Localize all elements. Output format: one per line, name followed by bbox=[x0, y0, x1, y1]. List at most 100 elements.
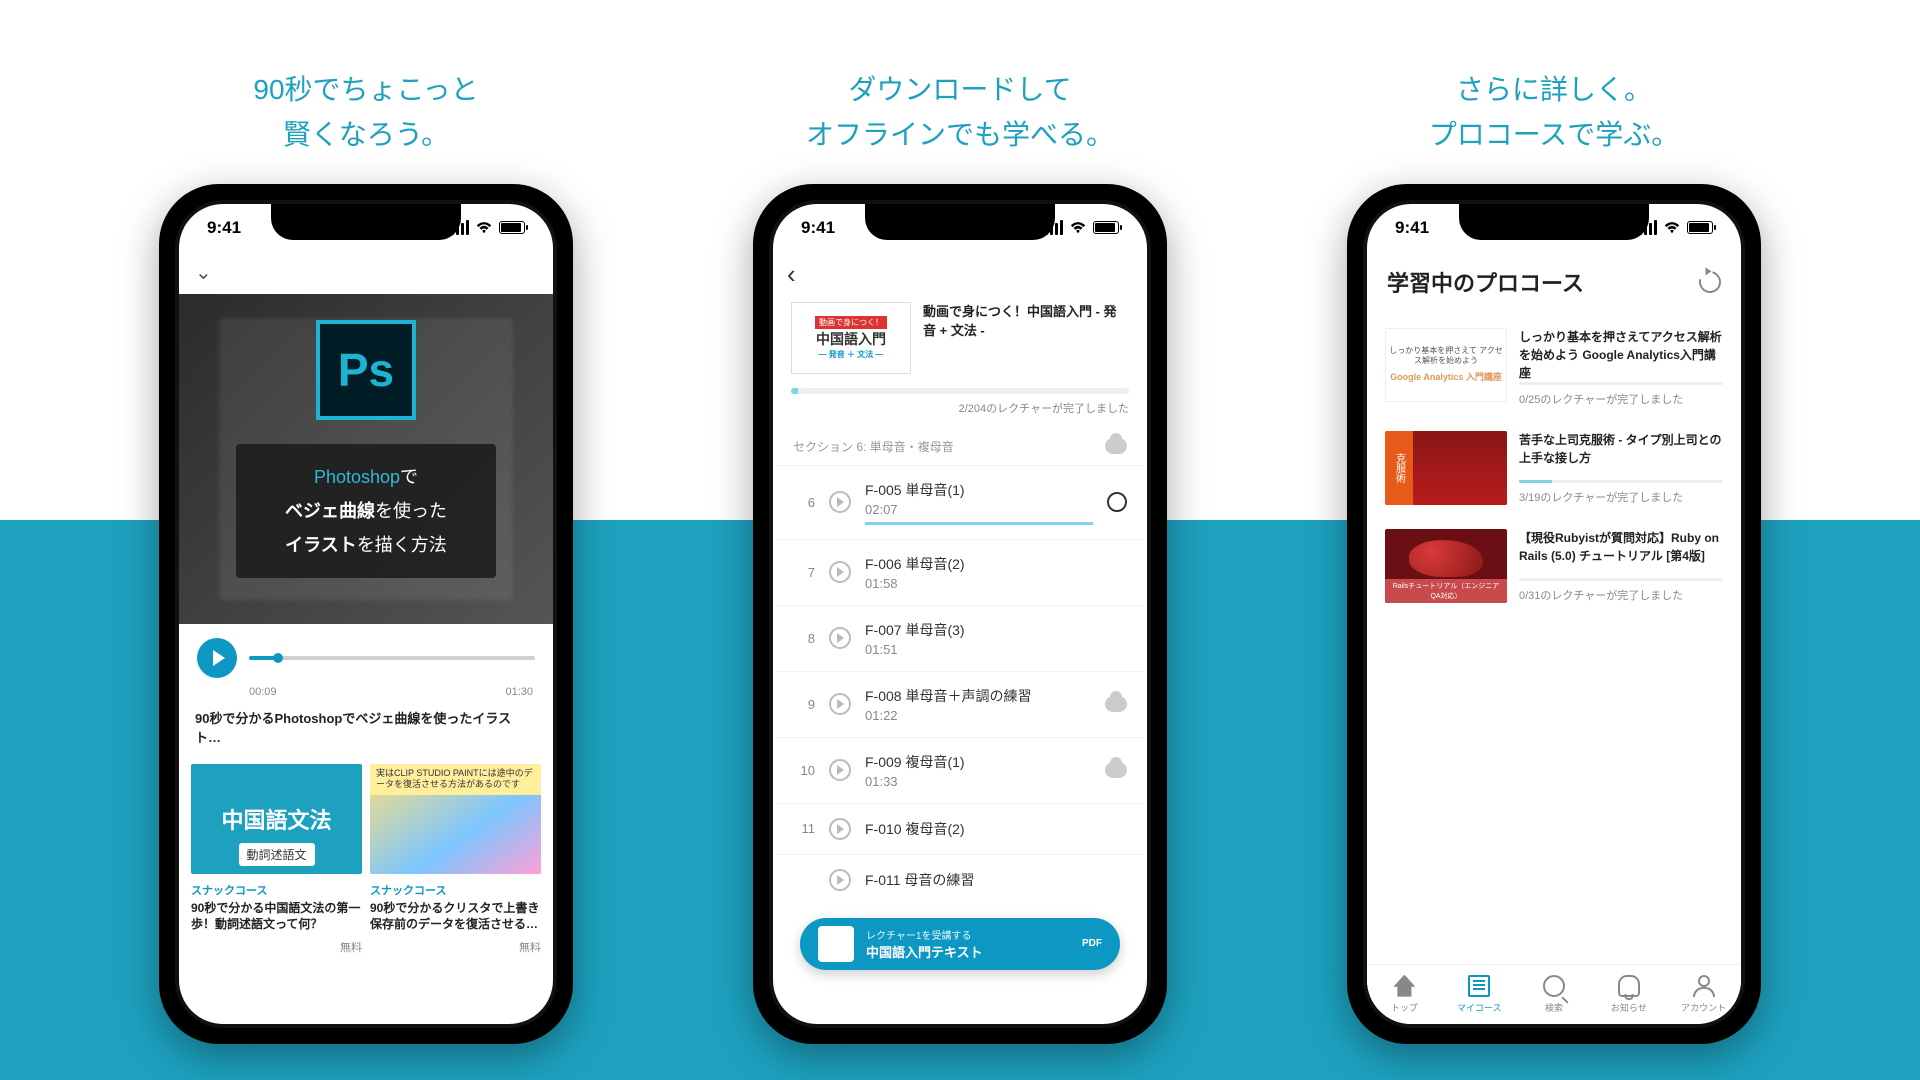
lecture-row[interactable]: 6 F-005 単母音(1) 02:07 bbox=[773, 465, 1147, 539]
notch bbox=[1459, 204, 1649, 240]
pro-course-item[interactable]: Railsチュートリアル（エンジニアQA対応） 【現役Rubyistが質問対応】R… bbox=[1367, 517, 1741, 615]
lecture-row[interactable]: 8 F-007 単母音(3) 01:51 bbox=[773, 605, 1147, 671]
status-time: 9:41 bbox=[207, 218, 241, 238]
lecture-row[interactable]: 10 F-009 複母音(1)01:33 bbox=[773, 737, 1147, 803]
tab-mycourse[interactable]: マイコース bbox=[1442, 965, 1517, 1024]
video-caption: 90秒で分かるPhotoshopでベジェ曲線を使ったイラスト… bbox=[179, 698, 553, 756]
lecture-number: 8 bbox=[793, 631, 815, 646]
play-icon bbox=[829, 627, 851, 649]
course-title: しっかり基本を押さえてアクセス解析を始めよう Google Analytics入… bbox=[1519, 328, 1723, 382]
seek-track[interactable] bbox=[249, 656, 535, 660]
section-header: セクション 6: 単母音・複母音 bbox=[773, 416, 1147, 465]
book-icon bbox=[1468, 975, 1490, 997]
resume-title: 中国語入門テキスト bbox=[866, 942, 1070, 961]
lecture-number: 6 bbox=[793, 495, 815, 510]
course-progress bbox=[1519, 578, 1723, 581]
course-progress-label: 3/19のレクチャーが完了しました bbox=[1519, 489, 1723, 505]
phone-frame-1: 9:41 ⌄ Ps Photoshopで ベジェ曲線を使った イラストを描く方法 bbox=[159, 184, 573, 1044]
lecture-number: 7 bbox=[793, 565, 815, 580]
lecture-title: F-007 単母音(3) bbox=[865, 620, 1091, 640]
tagline-line: 90秒でちょこっと bbox=[253, 74, 478, 105]
home-icon bbox=[1393, 975, 1415, 997]
notch bbox=[865, 204, 1055, 240]
lecture-row[interactable]: 9 F-008 単母音＋声調の練習01:22 bbox=[773, 671, 1147, 737]
lecture-row[interactable]: 7 F-006 単母音(2)01:58 bbox=[773, 539, 1147, 605]
page-title: 学習中のプロコース bbox=[1387, 266, 1584, 298]
tab-notifications[interactable]: お知らせ bbox=[1591, 965, 1666, 1024]
download-section-icon[interactable] bbox=[1105, 438, 1127, 454]
play-icon bbox=[829, 869, 851, 891]
course-card[interactable]: 実はCLIP STUDIO PAINTには途中のデータを復活させる方法があるので… bbox=[370, 764, 541, 956]
battery-icon bbox=[499, 221, 525, 234]
course-thumbnail: Railsチュートリアル（エンジニアQA対応） bbox=[1385, 529, 1507, 603]
course-price: 無料 bbox=[191, 933, 362, 955]
search-icon bbox=[1543, 975, 1565, 997]
lecture-duration: 01:33 bbox=[865, 774, 1091, 789]
play-button[interactable] bbox=[197, 638, 237, 678]
download-ring-icon[interactable] bbox=[1107, 492, 1127, 512]
wifi-icon bbox=[475, 221, 493, 235]
tab-account[interactable]: アカウント bbox=[1666, 965, 1741, 1024]
pro-course-item[interactable]: 克服術苦手な上司克服術 - タイプ別上司との上手な接し方3/19のレクチャーが完… bbox=[1367, 419, 1741, 517]
resume-lecture-pill[interactable]: レクチャー1を受講する 中国語入門テキスト PDF bbox=[800, 918, 1120, 970]
course-card[interactable]: 中国語文法 動詞述語文 スナックコース 90秒で分かる中国語文法の第一歩！動詞述… bbox=[191, 764, 362, 956]
section-label: セクション 6: 単母音・複母音 bbox=[793, 438, 954, 455]
user-icon bbox=[1693, 975, 1715, 997]
play-icon bbox=[829, 561, 851, 583]
stage: 90秒でちょこっと 賢くなろう。 9:41 ⌄ Ps Ph bbox=[0, 0, 1920, 1080]
course-category: スナックコース bbox=[370, 882, 541, 898]
lecture-duration: 01:22 bbox=[865, 708, 1091, 723]
resume-subtitle: レクチャー1を受講する bbox=[866, 927, 1070, 942]
wifi-icon bbox=[1069, 221, 1087, 235]
audio-player bbox=[179, 624, 553, 686]
course-price: 無料 bbox=[370, 933, 541, 955]
lecture-row[interactable]: F-011 母音の練習 bbox=[773, 854, 1147, 905]
lecture-title: F-005 単母音(1) bbox=[865, 480, 1093, 500]
tab-bar: トップ マイコース 検索 お知らせ アカウント bbox=[1367, 964, 1741, 1024]
course-title: 【現役Rubyistが質問対応】Ruby on Rails (5.0) チュート… bbox=[1519, 529, 1723, 565]
battery-icon bbox=[1093, 221, 1119, 234]
pro-course-item[interactable]: しっかり基本を押さえて アクセス解析を始めようGoogle Analytics … bbox=[1367, 316, 1741, 419]
course-progress-label: 0/25のレクチャーが完了しました bbox=[1519, 391, 1723, 407]
related-courses: 中国語文法 動詞述語文 スナックコース 90秒で分かる中国語文法の第一歩！動詞述… bbox=[179, 756, 553, 964]
time-total: 01:30 bbox=[505, 686, 533, 698]
pdf-badge: PDF bbox=[1082, 938, 1102, 949]
tagline-line: オフラインでも学べる。 bbox=[806, 119, 1114, 150]
tagline-line: さらに詳しく。 bbox=[1456, 74, 1652, 105]
lecture-duration: 01:51 bbox=[865, 642, 1091, 657]
battery-icon bbox=[1687, 221, 1713, 234]
play-icon bbox=[829, 491, 851, 513]
course-thumbnail: 中国語文法 動詞述語文 bbox=[191, 764, 362, 874]
time-current: 00:09 bbox=[249, 686, 277, 698]
tagline-line: 賢くなろう。 bbox=[283, 119, 449, 150]
download-cloud-icon[interactable] bbox=[1105, 696, 1127, 712]
tab-search[interactable]: 検索 bbox=[1517, 965, 1592, 1024]
lecture-number: 10 bbox=[793, 763, 815, 778]
promo-tagline-1: 90秒でちょこっと 賢くなろう。 bbox=[253, 68, 478, 158]
lecture-progress bbox=[865, 522, 1093, 525]
play-icon bbox=[829, 818, 851, 840]
course-header-thumbnail: 動画で身につく！ 中国語入門 ― 発音 ＋ 文法 ― bbox=[791, 302, 911, 374]
course-thumbnail: 克服術 bbox=[1385, 431, 1507, 505]
course-progress-label: 0/31のレクチャーが完了しました bbox=[1519, 587, 1723, 603]
lecture-title: F-008 単母音＋声調の練習 bbox=[865, 686, 1091, 706]
video-hero[interactable]: Ps Photoshopで ベジェ曲線を使った イラストを描く方法 bbox=[179, 294, 553, 624]
chevron-down-icon: ⌄ bbox=[195, 260, 212, 285]
notch bbox=[271, 204, 461, 240]
bell-icon bbox=[1618, 975, 1640, 997]
lecture-title: F-006 単母音(2) bbox=[865, 554, 1091, 574]
video-title-overlay: Photoshopで ベジェ曲線を使った イラストを描く方法 bbox=[236, 444, 496, 579]
back-icon[interactable]: ‹ bbox=[787, 259, 796, 290]
status-time: 9:41 bbox=[801, 218, 835, 238]
nav-back-row: ‹ bbox=[773, 252, 1147, 298]
lecture-list: 6 F-005 単母音(1)02:07 7 F-006 単母音(2)01:58 … bbox=[773, 465, 1147, 905]
download-cloud-icon[interactable] bbox=[1105, 762, 1127, 778]
course-category: スナックコース bbox=[191, 882, 362, 898]
tagline-line: ダウンロードして bbox=[848, 74, 1071, 105]
lecture-duration: 02:07 bbox=[865, 502, 1093, 517]
refresh-icon[interactable] bbox=[1695, 267, 1725, 297]
course-progress-label: 2/204のレクチャーが完了しました bbox=[791, 400, 1129, 416]
tab-top[interactable]: トップ bbox=[1367, 965, 1442, 1024]
lecture-row[interactable]: 11 F-010 複母音(2) bbox=[773, 803, 1147, 854]
collapse-bar[interactable]: ⌄ bbox=[179, 252, 553, 294]
